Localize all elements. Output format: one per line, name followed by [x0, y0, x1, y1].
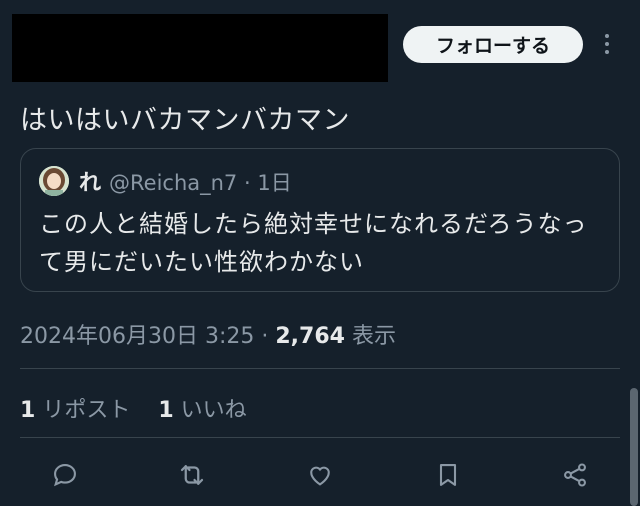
tweet-text: はいはいバカマンバカマン [20, 105, 350, 136]
likes-label: いいね [180, 398, 247, 423]
action-bar [0, 455, 640, 495]
reposts-stat[interactable]: 1 リポスト [20, 398, 130, 423]
likes-stat[interactable]: 1 いいね [158, 398, 246, 423]
quote-text: この人と結婚したら絶対幸せになれるだろうなって男にだいたい性欲わかない [39, 210, 588, 276]
likes-count: 1 [158, 398, 174, 423]
views-label: 表示 [351, 324, 396, 349]
tweet-stats: 1 リポスト 1 いいね [20, 392, 247, 424]
repost-icon[interactable] [172, 455, 212, 495]
redacted-author-block [12, 14, 388, 82]
divider [20, 437, 620, 438]
reposts-count: 1 [20, 398, 36, 423]
like-icon[interactable] [300, 455, 340, 495]
reposts-label: リポスト [42, 398, 131, 423]
quote-author-name: れ [79, 171, 102, 196]
bookmark-icon[interactable] [428, 455, 468, 495]
quoted-tweet[interactable]: れ @Reicha_n7 · 1日 この人と結婚したら絶対幸せになれるだろうなっ… [20, 148, 620, 292]
tweet-meta: 2024年06月30日 3:25 · 2,764 表示 [20, 318, 396, 350]
meta-separator: · [261, 324, 269, 349]
quote-avatar [39, 166, 69, 196]
scrollbar-thumb[interactable] [630, 388, 638, 506]
views-count: 2,764 [275, 324, 345, 349]
tweet-datetime[interactable]: 2024年06月30日 3:25 [20, 324, 254, 349]
reply-icon[interactable] [45, 455, 85, 495]
quote-author-handle: @Reicha_n7 [109, 171, 238, 195]
divider [20, 368, 620, 369]
share-icon[interactable] [555, 455, 595, 495]
more-options-icon[interactable] [600, 34, 614, 56]
follow-button[interactable]: フォローする [403, 26, 583, 63]
quote-time: · 1日 [243, 171, 292, 195]
